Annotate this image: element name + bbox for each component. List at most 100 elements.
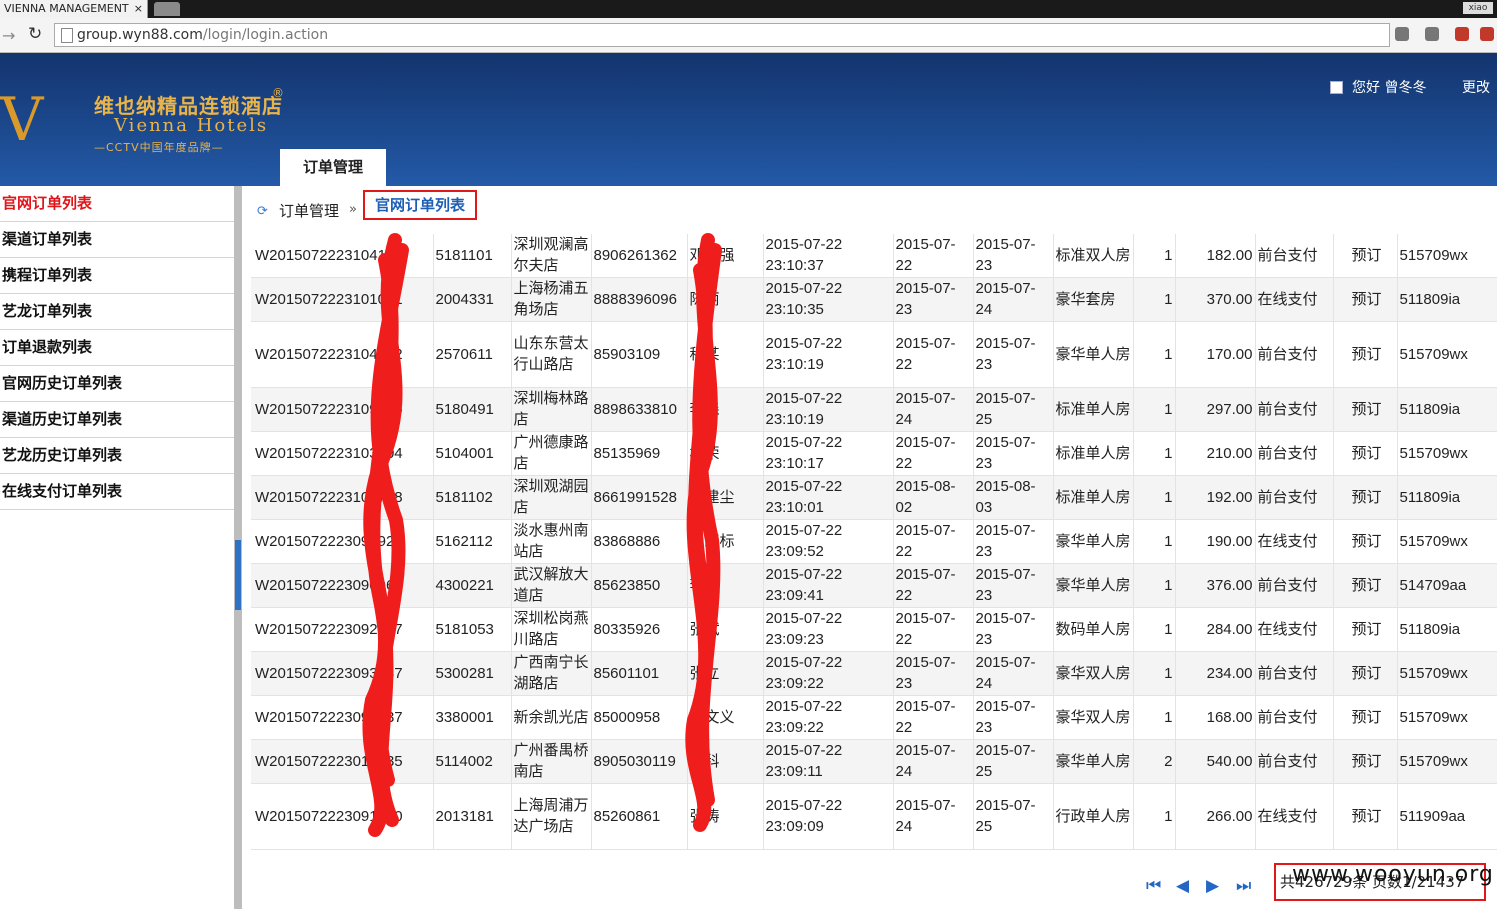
reload-icon[interactable]: ↻ xyxy=(28,24,42,44)
sidebar-item-refund-list[interactable]: 订单退款列表 xyxy=(0,330,234,366)
cell-phone: 8661991528 xyxy=(591,475,688,520)
cell-room-count: 1 xyxy=(1133,563,1176,608)
browser-tab[interactable]: VIENNA MANAGEMENT × xyxy=(0,0,148,18)
cell-room-count: 1 xyxy=(1133,387,1176,432)
cell-room-count: 1 xyxy=(1133,607,1176,652)
url-text: group.wyn88.com/login/login.action xyxy=(77,27,329,43)
cell-hotel-code: 5181101 xyxy=(433,234,512,278)
cell-order-id: W2015072223092147 xyxy=(251,607,434,652)
previous-page-icon[interactable]: ◀ xyxy=(1176,876,1189,896)
next-page-icon[interactable]: ▶ xyxy=(1206,876,1219,896)
table-row[interactable]: W2015072223093537 5300281 广西南宁长湖路店 85601101… xyxy=(251,651,1497,696)
cell-phone: 85260861 xyxy=(591,783,688,850)
cell-hotel-code: 2570611 xyxy=(433,321,512,388)
tab-order-management[interactable]: 订单管理 xyxy=(280,149,386,186)
sidebar-item-official-history[interactable]: 官网历史订单列表 xyxy=(0,366,234,402)
cell-payment-method: 前台支付 xyxy=(1255,321,1334,388)
cell-check-in: 2015-07-22 xyxy=(893,234,974,278)
new-tab-button[interactable] xyxy=(154,2,180,16)
table-row[interactable]: W2015072223094929 5162112 淡水惠州南站店 83868886 王… xyxy=(251,519,1497,564)
cell-order-status: 预订 xyxy=(1333,234,1398,278)
sidebar-item-ctrip-orders[interactable]: 携程订单列表 xyxy=(0,258,234,294)
cell-hotel-name: 广州德康路店 xyxy=(511,431,592,476)
cell-hotel-code: 4300221 xyxy=(433,563,512,608)
cell-order-status: 预订 xyxy=(1333,739,1398,784)
orders-table: W2015072223104133 5181101 深圳观澜高尔夫店 89062613… xyxy=(251,234,1497,850)
sidebar-item-channel-orders[interactable]: 渠道订单列表 xyxy=(0,222,234,258)
extension-icon[interactable] xyxy=(1480,27,1494,41)
table-row[interactable]: W2015072223104592 2570611 山东东营太行山路店 8590310… xyxy=(251,321,1497,388)
cell-operator: 515709wx xyxy=(1397,519,1497,564)
cell-order-status: 预订 xyxy=(1333,387,1398,432)
cell-room-count: 1 xyxy=(1133,234,1176,278)
cell-order-id: W2015072223090968 xyxy=(251,563,434,608)
cell-order-status: 预订 xyxy=(1333,783,1398,850)
logo-english-name: Vienna Hotels xyxy=(114,115,269,136)
cell-room-type: 标准双人房 xyxy=(1053,234,1134,278)
cell-check-in: 2015-07-22 xyxy=(893,607,974,652)
back-arrow-icon[interactable]: → xyxy=(2,26,15,45)
cell-hotel-code: 2004331 xyxy=(433,277,512,322)
cell-order-status: 预订 xyxy=(1333,431,1398,476)
cell-guest-name: 程某 xyxy=(687,321,764,388)
table-row[interactable]: W2015072223109616 5180491 深圳梅林路店 8898633810… xyxy=(251,387,1497,432)
cell-operator: 515709wx xyxy=(1397,739,1497,784)
table-row[interactable]: W2015072223099037 3380001 新余凯光店 85000958 王文义… xyxy=(251,695,1497,740)
extension-icon[interactable] xyxy=(1395,27,1409,41)
table-row[interactable]: W2015072223018635 5114002 广州番禺桥南店 890503011… xyxy=(251,739,1497,784)
cell-amount: 540.00 xyxy=(1175,739,1256,784)
cell-order-status: 预订 xyxy=(1333,563,1398,608)
user-greeting: 您好 曾冬冬 xyxy=(1352,80,1427,96)
cell-guest-name: 陈建尘 xyxy=(687,475,764,520)
first-page-icon[interactable]: ⏮ xyxy=(1146,876,1161,896)
table-row[interactable]: W2015072223109778 5181102 深圳观湖园店 8661991528… xyxy=(251,475,1497,520)
sidebar-collapse-handle[interactable] xyxy=(235,540,241,610)
cell-order-time: 2015-07-22 23:10:37 xyxy=(763,234,894,278)
cell-hotel-code: 3380001 xyxy=(433,695,512,740)
address-bar[interactable]: group.wyn88.com/login/login.action xyxy=(54,23,1390,47)
sidebar-item-elong-history[interactable]: 艺龙历史订单列表 xyxy=(0,438,234,474)
extension-icon[interactable] xyxy=(1425,27,1439,41)
sidebar-item-elong-orders[interactable]: 艺龙订单列表 xyxy=(0,294,234,330)
cell-operator: 515709wx xyxy=(1397,431,1497,476)
cell-phone: 8898633810 xyxy=(591,387,688,432)
cell-phone: 85000958 xyxy=(591,695,688,740)
table-row[interactable]: W2015072223103604 5104001 广州德康路店 85135969 林荣… xyxy=(251,431,1497,476)
cell-order-time: 2015-07-22 23:09:09 xyxy=(763,783,894,850)
table-row[interactable]: W2015072223091600 2013181 上海周浦万达广场店 8526086… xyxy=(251,783,1497,850)
cell-order-time: 2015-07-22 23:09:23 xyxy=(763,607,894,652)
cell-order-id: W2015072223099037 xyxy=(251,695,434,740)
cell-check-out: 2015-07-25 xyxy=(973,387,1054,432)
breadcrumb-parent[interactable]: 订单管理 xyxy=(279,200,339,221)
cell-guest-name: 张斌 xyxy=(687,607,764,652)
extension-icon[interactable] xyxy=(1455,27,1469,41)
change-link[interactable]: 更改 xyxy=(1462,77,1490,97)
logo-slogan: —CCTV中国年度品牌— xyxy=(94,141,224,154)
cell-room-type: 豪华套房 xyxy=(1053,277,1134,322)
cell-operator: 515709wx xyxy=(1397,234,1497,278)
table-row[interactable]: W2015072223104133 5181101 深圳观澜高尔夫店 89062613… xyxy=(251,234,1497,278)
cell-order-time: 2015-07-22 23:10:19 xyxy=(763,387,894,432)
cell-order-id: W2015072223104592 xyxy=(251,321,434,388)
sidebar-item-official-orders[interactable]: 官网订单列表 xyxy=(0,186,234,222)
cell-amount: 376.00 xyxy=(1175,563,1256,608)
cell-payment-method: 前台支付 xyxy=(1255,739,1334,784)
table-row[interactable]: W2015072223101041 2004331 上海杨浦五角场店 88883960… xyxy=(251,277,1497,322)
close-tab-icon[interactable]: × xyxy=(134,0,143,18)
table-row[interactable]: W2015072223090968 4300221 武汉解放大道店 85623850 李… xyxy=(251,563,1497,608)
cell-phone: 8888396096 xyxy=(591,277,688,322)
sidebar-item-online-payment[interactable]: 在线支付订单列表 xyxy=(0,474,234,510)
cell-hotel-code: 5180491 xyxy=(433,387,512,432)
cell-hotel-code: 5181053 xyxy=(433,607,512,652)
breadcrumb-current[interactable]: 官网订单列表 xyxy=(363,190,477,220)
sidebar-item-channel-history[interactable]: 渠道历史订单列表 xyxy=(0,402,234,438)
cell-room-type: 豪华单人房 xyxy=(1053,519,1134,564)
cell-amount: 284.00 xyxy=(1175,607,1256,652)
cell-room-count: 1 xyxy=(1133,519,1176,564)
cell-phone: 8906261362 xyxy=(591,234,688,278)
last-page-icon[interactable]: ⏭ xyxy=(1236,876,1251,896)
cell-order-time: 2015-07-22 23:09:22 xyxy=(763,651,894,696)
table-row[interactable]: W2015072223092147 5181053 深圳松岗燕川路店 80335926… xyxy=(251,607,1497,652)
cell-hotel-name: 山东东营太行山路店 xyxy=(511,321,592,388)
cell-phone: 85135969 xyxy=(591,431,688,476)
